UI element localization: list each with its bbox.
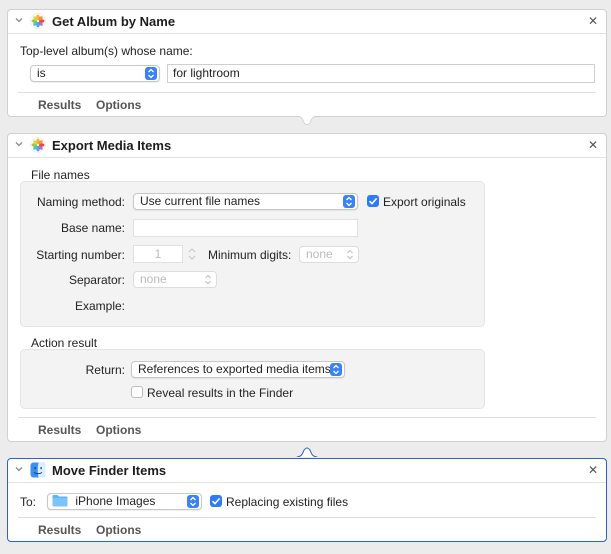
separator-label: Separator: [68, 273, 125, 287]
photos-app-icon [30, 13, 46, 29]
action-footer: Results Options [8, 517, 606, 541]
footer-divider [18, 417, 596, 418]
popup-arrows-icon [145, 67, 157, 80]
minimum-digits-popup[interactable]: none [299, 246, 359, 263]
album-name-label: Top-level album(s) whose name: [20, 44, 193, 58]
folder-icon [52, 494, 68, 509]
photos-app-icon [30, 137, 46, 153]
action-get-album-by-name[interactable]: Get Album by Name ✕ Top-level album(s) w… [7, 9, 607, 117]
reveal-in-finder-label: Reveal results in the Finder [147, 386, 294, 400]
separator-popup[interactable]: none [133, 271, 217, 288]
popup-arrows-icon [344, 248, 356, 261]
action-move-finder-items[interactable]: Move Finder Items ✕ To: iPhone Images Re… [7, 458, 607, 542]
operator-popup[interactable]: is [30, 65, 160, 82]
starting-number-label: Starting number: [36, 248, 125, 262]
export-originals-label: Export originals [383, 195, 466, 209]
return-label: Return: [85, 363, 125, 377]
action-header: Get Album by Name ✕ [8, 10, 606, 34]
chevron-down-icon[interactable] [13, 139, 25, 151]
action-connector [296, 447, 318, 457]
action-title: Move Finder Items [52, 463, 167, 478]
minimum-digits-value: none [306, 247, 333, 261]
starting-number-field[interactable]: 1 [133, 245, 183, 263]
minimum-digits-label: Minimum digits: [208, 248, 292, 262]
finder-app-icon [30, 462, 46, 478]
action-export-media-items[interactable]: Export Media Items ✕ File names Naming m… [7, 133, 607, 442]
action-title: Export Media Items [52, 138, 172, 153]
action-header: Move Finder Items ✕ [8, 459, 606, 483]
naming-method-popup[interactable]: Use current file names [133, 193, 358, 210]
results-tab[interactable]: Results [38, 523, 81, 537]
footer-divider [18, 517, 596, 518]
base-name-label: Base name: [60, 221, 125, 235]
chevron-down-icon[interactable] [13, 464, 25, 476]
action-result-group: Return: References to exported media ite… [20, 349, 485, 409]
action-title: Get Album by Name [52, 14, 176, 29]
replacing-existing-files-checkbox[interactable] [210, 495, 222, 507]
starting-number-stepper[interactable] [187, 245, 197, 263]
return-value: References to exported media items [138, 362, 331, 376]
destination-folder-value: iPhone Images [75, 494, 156, 508]
chevron-down-icon[interactable] [13, 15, 25, 27]
replacing-existing-files-label: Replacing existing files [226, 495, 349, 509]
naming-method-label: Naming method: [36, 195, 125, 209]
options-tab[interactable]: Options [96, 523, 141, 537]
action-connector [296, 116, 318, 125]
results-tab[interactable]: Results [38, 98, 81, 112]
naming-method-value: Use current file names [140, 194, 261, 208]
options-tab[interactable]: Options [96, 98, 141, 112]
action-result-section-label: Action result [31, 336, 98, 350]
operator-value: is [37, 66, 46, 80]
popup-arrows-icon [187, 495, 199, 508]
album-name-field[interactable]: for lightroom [167, 64, 595, 83]
file-names-section-label: File names [31, 168, 90, 182]
popup-arrows-icon [330, 363, 342, 376]
example-label: Example: [74, 299, 125, 313]
action-footer: Results Options [8, 417, 606, 441]
options-tab[interactable]: Options [96, 423, 141, 437]
reveal-in-finder-checkbox[interactable] [131, 386, 143, 398]
separator-value: none [140, 272, 167, 286]
export-originals-checkbox[interactable] [367, 195, 379, 207]
close-icon[interactable]: ✕ [588, 138, 598, 152]
file-names-group: Naming method: Use current file names Ex… [20, 181, 485, 327]
starting-number-value: 1 [154, 247, 162, 261]
to-label: To: [20, 495, 37, 509]
action-footer: Results Options [8, 92, 606, 116]
return-popup[interactable]: References to exported media items [131, 361, 345, 378]
action-header: Export Media Items ✕ [8, 134, 606, 158]
results-tab[interactable]: Results [38, 423, 81, 437]
album-name-value: for lightroom [173, 66, 240, 80]
popup-arrows-icon [202, 273, 214, 286]
base-name-field[interactable] [133, 219, 358, 237]
footer-divider [18, 92, 596, 93]
close-icon[interactable]: ✕ [588, 14, 598, 28]
destination-folder-popup[interactable]: iPhone Images [47, 493, 202, 510]
popup-arrows-icon [343, 195, 355, 208]
close-icon[interactable]: ✕ [588, 463, 598, 477]
